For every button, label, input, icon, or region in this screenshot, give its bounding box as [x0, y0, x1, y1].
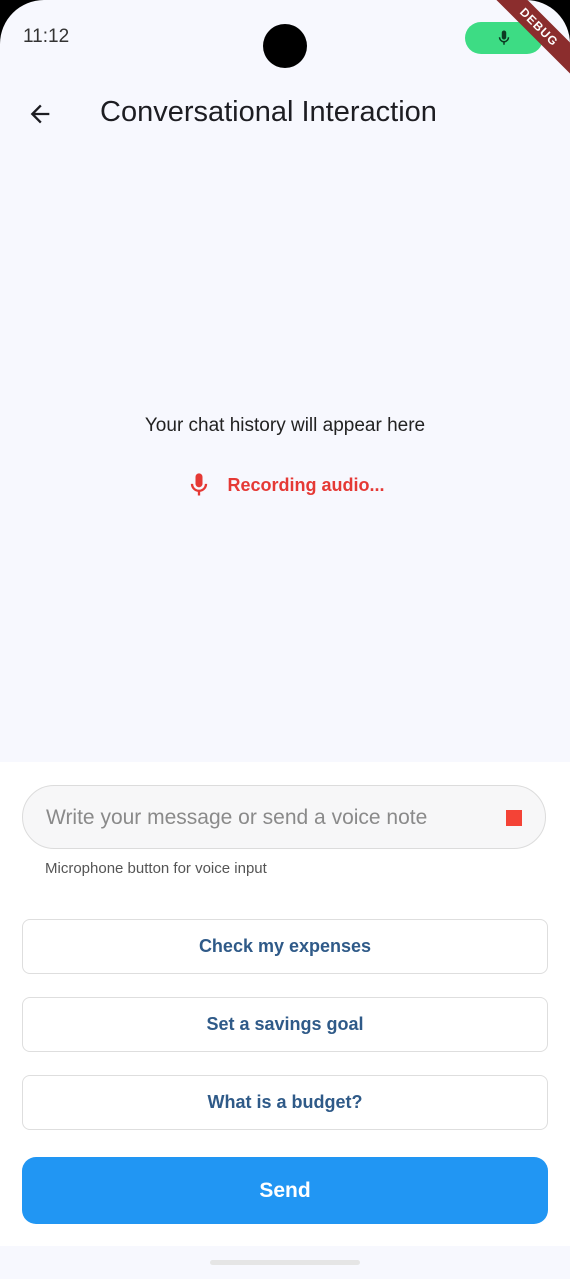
suggestion-what-is-budget[interactable]: What is a budget?	[22, 1075, 548, 1130]
app-screen: 11:12 DEBUG Conversational Interaction Y…	[0, 0, 570, 1279]
page-title: Conversational Interaction	[100, 96, 437, 128]
status-time: 11:12	[23, 26, 70, 47]
camera-cutout	[263, 24, 307, 68]
message-input[interactable]	[44, 786, 488, 850]
back-button[interactable]	[22, 96, 58, 132]
mic-icon	[191, 473, 208, 496]
arrow-left-icon	[30, 104, 50, 124]
suggestion-savings-goal[interactable]: Set a savings goal	[22, 997, 548, 1052]
message-input-container	[22, 785, 546, 850]
send-button[interactable]: Send	[22, 1157, 548, 1224]
recording-status: Recording audio...	[0, 470, 570, 500]
input-helper-text: Microphone button for voice input	[45, 860, 267, 877]
home-indicator[interactable]	[210, 1260, 360, 1265]
chat-empty-message: Your chat history will appear here	[144, 415, 426, 436]
mic-indicator-icon	[498, 30, 510, 45]
recording-label: Recording audio...	[227, 474, 385, 495]
suggestion-check-expenses[interactable]: Check my expenses	[22, 919, 548, 974]
composer-panel: Microphone button for voice input Check …	[0, 762, 570, 1246]
stop-recording-button[interactable]	[506, 810, 522, 826]
